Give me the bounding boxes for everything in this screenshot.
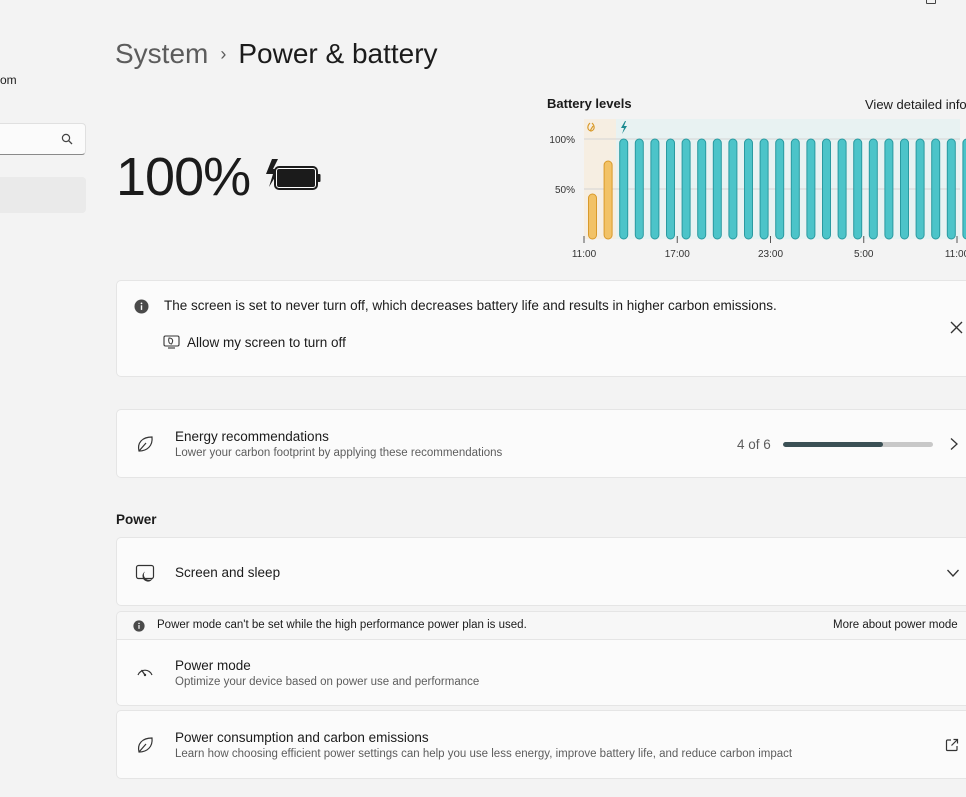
power-mode-row: Power mode Optimize your device based on… <box>116 639 966 706</box>
breadcrumb-separator: › <box>220 43 227 64</box>
power-consumption-row[interactable]: Power consumption and carbon emissions L… <box>116 710 966 779</box>
breadcrumb-system[interactable]: System <box>115 38 208 70</box>
battery-bar <box>884 138 894 240</box>
external-link-icon <box>945 738 959 752</box>
x-tick-label: 23:00 <box>758 249 783 260</box>
section-heading-power: Power <box>116 512 157 527</box>
battery-bar <box>619 138 629 240</box>
battery-bar <box>744 138 753 240</box>
battery-bar <box>900 138 909 240</box>
leaf-icon <box>137 436 153 452</box>
energy-recommendations-row[interactable]: Energy recommendations Lower your carbon… <box>116 409 966 478</box>
chevron-right-icon <box>950 438 958 450</box>
battery-bar <box>837 138 847 240</box>
battery-bar <box>946 138 956 240</box>
account-email: om <box>0 73 17 87</box>
battery-bar <box>806 138 816 240</box>
battery-bar <box>603 160 613 240</box>
battery-percentage: 100% <box>116 147 251 207</box>
power-mode-title: Power mode <box>175 658 251 673</box>
battery-bar <box>697 138 707 240</box>
search-icon <box>61 133 73 145</box>
battery-bar <box>853 138 863 240</box>
sidebar-item-selected[interactable] <box>0 177 86 213</box>
battery-bar <box>868 138 878 240</box>
leaf-icon <box>137 737 153 753</box>
close-icon[interactable] <box>950 321 963 334</box>
screen-sleep-title: Screen and sleep <box>175 565 281 580</box>
battery-bar <box>588 193 597 240</box>
screen-and-sleep-row[interactable]: Screen and sleep <box>116 537 966 606</box>
energy-title: Energy recommendations <box>175 429 329 444</box>
battery-bar <box>915 138 925 240</box>
battery-bar <box>650 138 660 240</box>
battery-bar <box>666 138 675 240</box>
x-tick-label: 5:00 <box>854 249 874 260</box>
screen-notice-card: The screen is set to never turn off, whi… <box>116 280 966 377</box>
x-tick-label: 17:00 <box>665 249 690 260</box>
x-tick-label: 11:00 <box>945 249 966 260</box>
more-about-power-mode-link[interactable]: More about power mode <box>833 619 958 631</box>
info-icon <box>134 299 149 314</box>
battery-levels-chart: 100% 50% 11:00 17:00 23:00 5:00 11:00 <box>549 119 966 260</box>
power-mode-subtitle: Optimize your device based on power use … <box>175 676 480 688</box>
allow-screen-off-link[interactable]: Allow my screen to turn off <box>187 335 346 350</box>
y-tick-label: 50% <box>555 185 575 196</box>
chevron-down-icon <box>947 569 959 577</box>
battery-charging-icon <box>266 159 321 190</box>
consumption-subtitle: Learn how choosing efficient power setti… <box>175 748 793 760</box>
notice-text: The screen is set to never turn off, whi… <box>164 298 777 313</box>
energy-progress-bar <box>783 442 933 447</box>
battery-bar <box>712 138 722 240</box>
battery-bar <box>759 138 769 240</box>
consumption-title: Power consumption and carbon emissions <box>175 730 429 745</box>
x-tick-label: 11:00 <box>572 249 597 260</box>
y-tick-label: 100% <box>549 135 575 146</box>
battery-bar <box>822 138 831 240</box>
screen-sleep-icon <box>135 564 155 582</box>
battery-bar <box>775 138 785 240</box>
search-input[interactable] <box>0 123 86 155</box>
energy-progress-fill <box>783 442 884 447</box>
leaf-monitor-icon <box>163 335 180 349</box>
battery-bar <box>634 138 644 240</box>
power-mode-banner-text: Power mode can't be set while the high p… <box>157 619 527 631</box>
window-maximize-icon[interactable] <box>926 0 936 4</box>
gauge-icon <box>137 669 153 677</box>
info-icon <box>133 620 145 632</box>
battery-bar <box>728 138 738 240</box>
battery-bar <box>790 138 800 240</box>
chart-title: Battery levels <box>547 96 632 111</box>
view-detailed-info-link[interactable]: View detailed info <box>865 97 966 112</box>
breadcrumb: System › Power & battery <box>115 38 438 70</box>
energy-subtitle: Lower your carbon footprint by applying … <box>175 447 503 459</box>
energy-progress-text: 4 of 6 <box>737 437 771 452</box>
page-title: Power & battery <box>238 38 438 69</box>
battery-bar <box>931 138 941 240</box>
power-mode-banner: Power mode can't be set while the high p… <box>116 611 966 639</box>
battery-bar <box>681 138 691 240</box>
